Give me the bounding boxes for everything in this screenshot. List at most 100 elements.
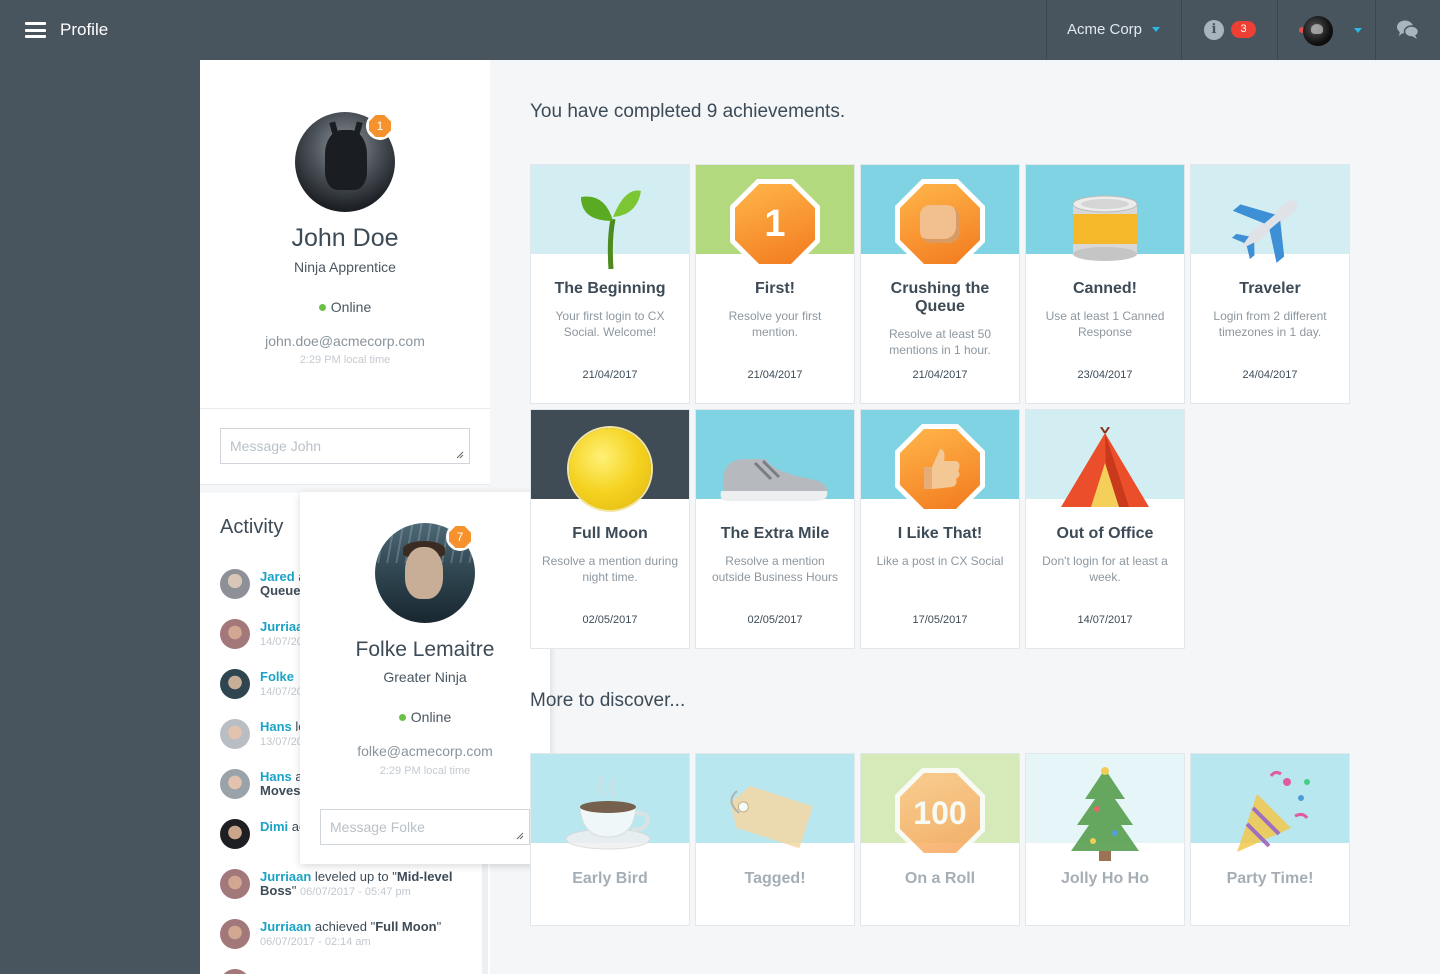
avatar	[220, 569, 250, 599]
profile-role: Ninja Apprentice	[294, 259, 396, 275]
achievements-heading: You have completed 9 achievements.	[530, 101, 846, 122]
card-date: 24/04/2017	[1242, 369, 1298, 381]
list-item[interactable]	[220, 969, 482, 974]
locked-achievement-card[interactable]: Tagged!	[695, 753, 855, 926]
locked-achievement-card[interactable]: Party Time!	[1190, 753, 1350, 926]
divider	[200, 408, 490, 409]
profile-email[interactable]: john.doe@acmecorp.com	[200, 333, 490, 349]
avatar	[220, 619, 250, 649]
level-badge: 1	[366, 112, 394, 140]
popup-email[interactable]: folke@acmecorp.com	[300, 743, 550, 759]
card-date: 23/04/2017	[1077, 369, 1133, 381]
info-icon[interactable]: i	[1204, 20, 1224, 40]
card-title: Canned!	[1073, 280, 1137, 297]
number-one-hex-icon: 1	[725, 179, 825, 269]
moon-icon	[560, 424, 660, 514]
message-input[interactable]	[320, 809, 530, 845]
avatar	[220, 719, 250, 749]
card-description: Resolve your first mention.	[728, 309, 822, 339]
card-description: Resolve a mention outside Business Hours	[711, 554, 839, 584]
card-title: The Beginning	[554, 280, 666, 297]
user-avatar[interactable]	[1303, 16, 1333, 46]
card-date: 17/05/2017	[912, 614, 968, 626]
divider	[1181, 0, 1182, 60]
card-title: First!	[755, 280, 795, 297]
achievement-card[interactable]: Out of Office Don't login for at least a…	[1025, 409, 1185, 649]
achievement-card[interactable]: I Like That! Like a post in CX Social 17…	[860, 409, 1020, 649]
achievement-card[interactable]: 1 First! Resolve your first mention. 21/…	[695, 164, 855, 404]
hundred-hex-icon: 100	[890, 768, 990, 858]
chat-icon[interactable]	[1396, 19, 1420, 41]
local-time: 2:29 PM local time	[299, 354, 391, 366]
card-title: On a Roll	[904, 870, 976, 887]
card-title: The Extra Mile	[720, 525, 830, 542]
card-date: 21/04/2017	[747, 369, 803, 381]
avatar	[220, 819, 250, 849]
popup-role: Greater Ninja	[383, 669, 467, 685]
status: Online	[300, 709, 550, 725]
locked-achievement-card[interactable]: Jolly Ho Ho	[1025, 753, 1185, 926]
avatar	[220, 919, 250, 949]
achievement-card[interactable]: The Beginning Your first login to CX Soc…	[530, 164, 690, 404]
card-date: 21/04/2017	[582, 369, 638, 381]
sneaker-icon	[715, 424, 835, 514]
achievement-card[interactable]: The Extra Mile Resolve a mention outside…	[695, 409, 855, 649]
discover-heading: More to discover...	[530, 690, 686, 711]
locked-achievement-card[interactable]: 100 On a Roll	[860, 753, 1020, 926]
achievement-card[interactable]: Traveler Login from 2 different timezone…	[1190, 164, 1350, 404]
card-description: Login from 2 different timezones in 1 da…	[1213, 309, 1327, 339]
achievement-card[interactable]: Crushing the Queue Resolve at least 50 m…	[860, 164, 1020, 404]
card-date: 02/05/2017	[747, 614, 803, 626]
divider	[1277, 0, 1278, 60]
airplane-icon	[1220, 179, 1320, 269]
card-title: Crushing the Queue	[890, 280, 990, 315]
user-hover-card: 7 Folke Lemaitre Greater Ninja Online fo…	[300, 492, 550, 864]
card-title: Traveler	[1239, 280, 1301, 297]
christmas-tree-icon	[1055, 767, 1155, 861]
chevron-down-icon[interactable]	[1354, 28, 1362, 33]
activity-title: Activity	[220, 516, 284, 538]
party-popper-icon	[1220, 768, 1320, 858]
card-description: Resolve at least 50 mentions in 1 hour.	[888, 327, 992, 357]
coffee-cup-icon	[560, 768, 660, 858]
avatar	[220, 869, 250, 899]
divider	[1046, 0, 1047, 60]
tag-icon	[725, 768, 825, 858]
online-dot-icon	[318, 303, 326, 311]
org-switcher[interactable]: Acme Corp	[1067, 21, 1161, 38]
tin-can-icon	[1055, 179, 1155, 269]
popup-name: Folke Lemaitre	[355, 638, 495, 661]
message-input[interactable]	[220, 428, 470, 464]
achievement-card[interactable]: Full Moon Resolve a mention during night…	[530, 409, 690, 649]
card-description: Like a post in CX Social	[876, 554, 1004, 568]
card-description: Resolve a mention during night time.	[541, 554, 679, 584]
fist-hex-icon	[890, 179, 990, 269]
card-title: Tagged!	[744, 870, 806, 887]
avatar	[220, 969, 250, 974]
page-title: Profile	[60, 20, 109, 39]
card-title: I Like That!	[897, 525, 983, 542]
status: Online	[200, 299, 490, 315]
list-item[interactable]: Jurriaan leveled up to "Mid-level Boss" …	[220, 869, 482, 909]
card-description: Your first login to CX Social. Welcome!	[555, 309, 665, 339]
card-date: 02/05/2017	[582, 614, 638, 626]
card-title: Early Bird	[572, 870, 648, 887]
achievement-card[interactable]: Canned! Use at least 1 Canned Response 2…	[1025, 164, 1185, 404]
local-time: 2:29 PM local time	[379, 765, 471, 777]
online-dot-icon	[398, 713, 406, 721]
locked-achievement-card[interactable]: Early Bird	[530, 753, 690, 926]
chevron-down-icon	[1152, 26, 1161, 32]
notification-badge[interactable]: 3	[1231, 21, 1256, 38]
list-item[interactable]: Jurriaan achieved "Full Moon" 06/07/2017 …	[220, 919, 482, 959]
card-title: Out of Office	[1056, 525, 1154, 542]
sidebar	[0, 60, 200, 974]
card-title: Full Moon	[572, 525, 648, 542]
resize-grip-icon[interactable]	[516, 832, 524, 840]
card-description: Don't login for at least a week.	[1042, 554, 1168, 584]
profile-name: John Doe	[291, 224, 399, 252]
divider	[1375, 0, 1376, 60]
menu-icon[interactable]	[25, 22, 46, 38]
top-bar: Profile Acme Corp i 3	[0, 0, 1440, 60]
card-title: Party Time!	[1226, 870, 1314, 887]
resize-grip-icon[interactable]	[456, 451, 464, 459]
